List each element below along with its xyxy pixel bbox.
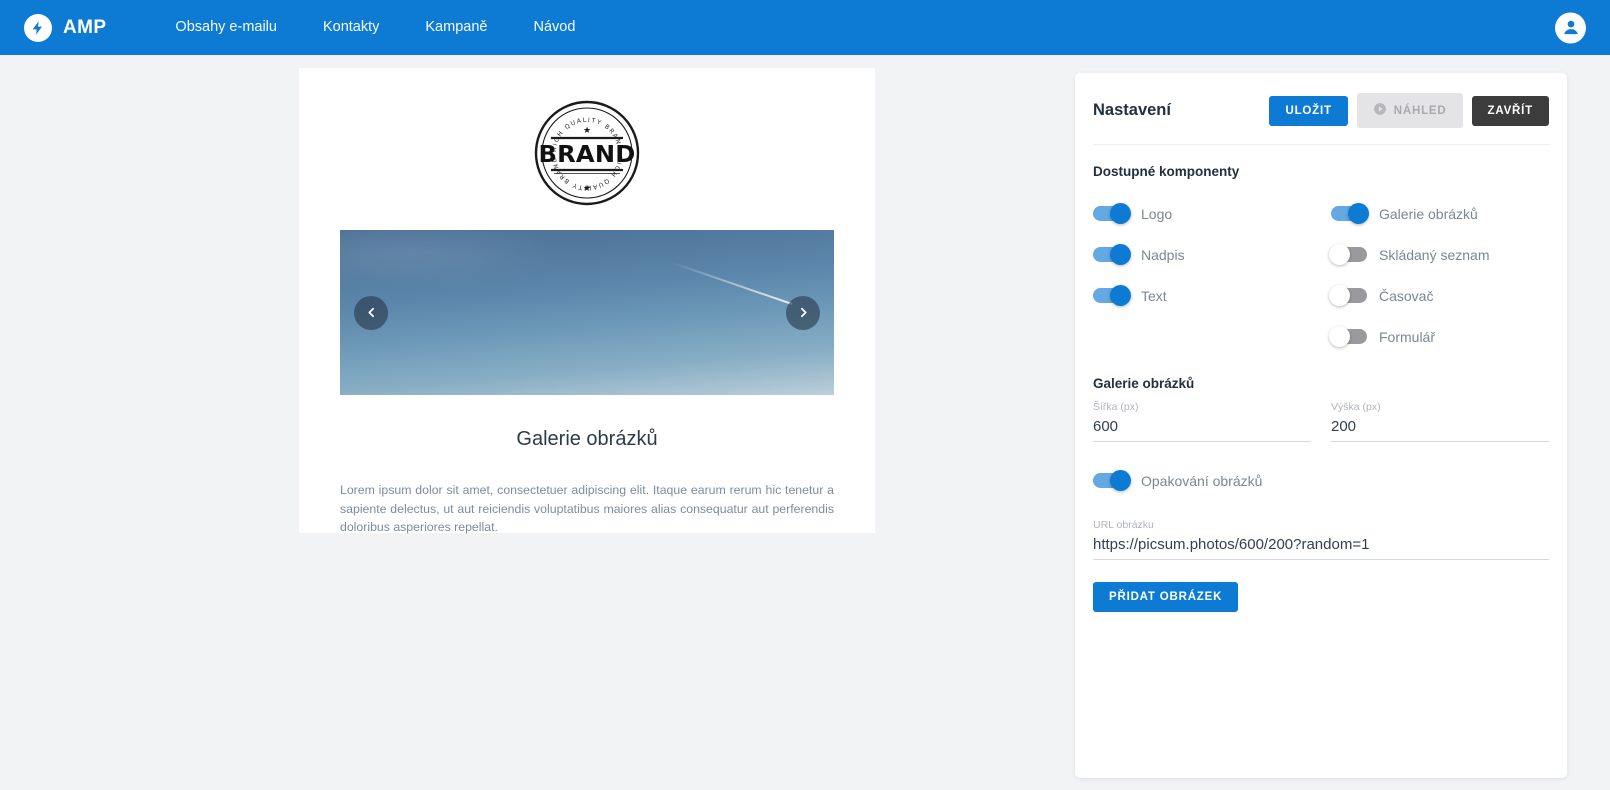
component-label-heading: Nadpis [1141, 246, 1185, 263]
editor-workspace: HIGH QUALITY BRAND HIGH QUALITY BRAND ★ … [0, 55, 1610, 790]
toggle-switch-accordion[interactable] [1329, 244, 1367, 265]
svg-text:★: ★ [583, 126, 591, 136]
component-toggle-timer[interactable]: Časovač [1329, 275, 1549, 316]
carousel-image-haze [340, 230, 570, 290]
available-components-grid: Logo Galerie obrázků Nadpis Skládaný sez… [1093, 193, 1549, 357]
toggle-switch-heading[interactable] [1093, 244, 1131, 265]
brand-logo-link[interactable]: AMP [24, 13, 107, 42]
component-label-gallery: Galerie obrázků [1379, 205, 1478, 222]
toggle-switch-logo[interactable] [1093, 203, 1131, 224]
gallery-repeat-toggle-row[interactable]: Opakování obrázků [1093, 460, 1549, 501]
component-label-accordion: Skládaný seznam [1379, 246, 1490, 263]
svg-text:BRAND: BRAND [539, 141, 636, 168]
top-navigation-bar: AMP Obsahy e-mailu Kontakty Kampaně Návo… [0, 0, 1610, 55]
gallery-width-field: Šířka (px) [1093, 401, 1311, 442]
brand-stamp-logo: HIGH QUALITY BRAND HIGH QUALITY BRAND ★ … [532, 98, 642, 208]
close-button[interactable]: ZAVŘÍT [1471, 95, 1549, 126]
toggle-switch-gallery[interactable] [1331, 203, 1369, 224]
gallery-height-input[interactable] [1331, 416, 1549, 442]
settings-panel-title: Nastavení [1093, 101, 1171, 119]
brand-name: AMP [63, 16, 107, 38]
preview-heading: Galerie obrázků [516, 428, 658, 450]
nav-item-email-contents[interactable]: Obsahy e-mailu [152, 0, 300, 55]
image-gallery-carousel[interactable] [340, 230, 834, 395]
gallery-settings-section: Galerie obrázků Šířka (px) Výška (px) Op… [1093, 376, 1549, 612]
gallery-width-label: Šířka (px) [1093, 401, 1139, 413]
components-grid-spacer [1093, 316, 1331, 357]
component-label-logo: Logo [1141, 205, 1173, 222]
component-toggle-form[interactable]: Formulář [1329, 316, 1549, 357]
component-toggle-text[interactable]: Text [1093, 275, 1331, 316]
nav-item-campaigns[interactable]: Kampaně [402, 0, 510, 55]
nav-item-contacts[interactable]: Kontakty [300, 0, 402, 55]
gallery-url-input[interactable] [1093, 534, 1549, 560]
gallery-url-label: URL obrázku [1093, 519, 1154, 531]
component-toggle-logo[interactable]: Logo [1093, 193, 1331, 234]
gallery-section-title: Galerie obrázků [1093, 376, 1195, 391]
component-label-text: Text [1141, 287, 1167, 304]
svg-text:★: ★ [583, 184, 591, 194]
preview-body-text: Lorem ipsum dolor sit amet, consectetuer… [340, 483, 834, 534]
toggle-switch-timer[interactable] [1329, 285, 1367, 306]
gallery-dimensions-row: Šířka (px) Výška (px) [1093, 401, 1549, 442]
available-components-title: Dostupné komponenty [1093, 164, 1240, 179]
chevron-left-icon[interactable] [354, 295, 388, 330]
add-image-button[interactable]: PŘIDAT OBRÁZEK [1093, 582, 1239, 612]
component-toggle-accordion[interactable]: Skládaný seznam [1329, 234, 1549, 275]
save-button[interactable]: ULOŽIT [1269, 95, 1348, 126]
play-circle-icon [1373, 102, 1387, 119]
nav-item-guide[interactable]: Návod [510, 0, 598, 55]
preview-button-label: NÁHLED [1393, 104, 1447, 117]
toggle-switch-form[interactable] [1329, 326, 1367, 347]
gallery-width-input[interactable] [1093, 416, 1311, 442]
logo-component: HIGH QUALITY BRAND HIGH QUALITY BRAND ★ … [299, 98, 875, 208]
carousel-contrail-streak [669, 260, 793, 306]
settings-panel: Nastavení ULOŽIT NÁHLED ZAVŘÍT Dostupné … [1075, 73, 1567, 778]
gallery-url-field: URL obrázku [1093, 519, 1549, 560]
gallery-height-field: Výška (px) [1331, 401, 1549, 442]
gallery-repeat-label: Opakování obrázků [1141, 472, 1263, 489]
component-label-form: Formulář [1379, 328, 1436, 345]
toggle-switch-text[interactable] [1093, 285, 1131, 306]
chevron-right-icon[interactable] [786, 295, 820, 330]
gallery-height-label: Výška (px) [1331, 401, 1381, 413]
settings-panel-header: Nastavení ULOŽIT NÁHLED ZAVŘÍT [1093, 93, 1549, 145]
email-preview-card: HIGH QUALITY BRAND HIGH QUALITY BRAND ★ … [299, 68, 875, 534]
preview-button[interactable]: NÁHLED [1356, 93, 1463, 128]
component-toggle-gallery[interactable]: Galerie obrázků [1331, 193, 1549, 234]
lightning-bolt-icon [24, 13, 52, 42]
account-circle-icon[interactable] [1555, 12, 1586, 43]
component-label-timer: Časovač [1379, 287, 1434, 304]
toggle-switch-repeat-images[interactable] [1093, 470, 1131, 491]
settings-panel-actions: ULOŽIT NÁHLED ZAVŘÍT [1269, 93, 1549, 128]
component-toggle-heading[interactable]: Nadpis [1093, 234, 1331, 275]
